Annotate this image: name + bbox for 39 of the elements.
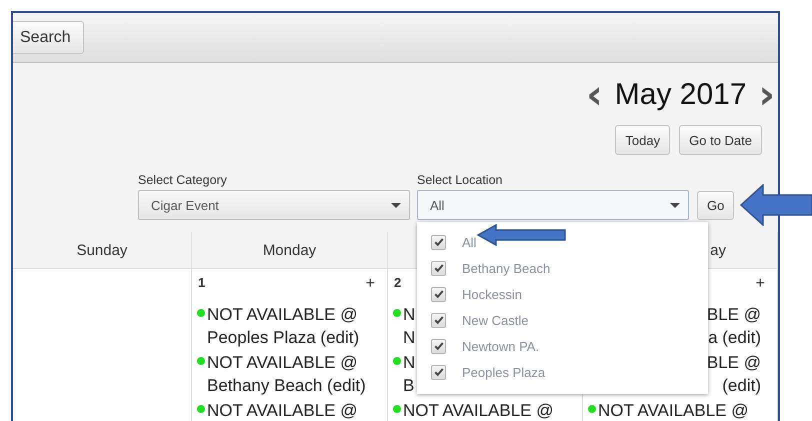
go-to-date-button[interactable]: Go to Date bbox=[679, 125, 762, 155]
event-link[interactable]: NOT AVAILABLE @ Bethany Beach (edit) bbox=[207, 351, 366, 397]
event-link[interactable]: BLE @ a (edit) bbox=[706, 303, 761, 349]
go-button[interactable]: Go bbox=[697, 191, 734, 220]
checkbox[interactable] bbox=[431, 338, 446, 354]
category-select[interactable]: Cigar Event bbox=[138, 190, 410, 220]
event-link[interactable]: NOT AVAILABLE @ bbox=[207, 399, 358, 421]
status-dot bbox=[588, 405, 596, 413]
next-month-button[interactable]: › bbox=[758, 77, 775, 113]
add-event-button[interactable]: + bbox=[366, 275, 375, 303]
date-number: 2 bbox=[394, 275, 402, 292]
month-title: May 2017 bbox=[614, 78, 747, 112]
date-number: 1 bbox=[198, 275, 206, 292]
event-link[interactable]: NOT AVAILABLE @ bbox=[598, 399, 748, 421]
checkbox[interactable] bbox=[431, 364, 446, 380]
event-link[interactable]: BLE @ (edit) bbox=[706, 351, 761, 397]
checkbox[interactable] bbox=[431, 260, 446, 276]
status-dot bbox=[197, 405, 205, 413]
status-dot bbox=[197, 357, 205, 365]
day-header: Monday bbox=[192, 232, 388, 269]
search-button[interactable]: Search bbox=[13, 21, 84, 54]
event-link[interactable]: NOT AVAILABLE @ Peoples Plaza (edit) bbox=[207, 303, 360, 349]
status-dot bbox=[393, 309, 401, 317]
category-label: Select Category bbox=[138, 173, 228, 187]
today-button[interactable]: Today bbox=[615, 125, 670, 155]
status-dot bbox=[393, 357, 401, 365]
add-event-button[interactable]: + bbox=[756, 275, 765, 303]
event-link[interactable]: N N bbox=[403, 303, 416, 349]
day-header: Sunday bbox=[13, 232, 192, 269]
status-dot bbox=[197, 309, 205, 317]
event-link[interactable]: N B bbox=[403, 351, 416, 397]
event-link[interactable]: NOT AVAILABLE @ bbox=[403, 399, 554, 421]
previous-month-button[interactable]: ‹ bbox=[586, 77, 603, 113]
location-label: Select Location bbox=[417, 173, 504, 187]
checkbox[interactable] bbox=[431, 234, 446, 250]
location-select[interactable]: All bbox=[417, 190, 689, 220]
checkbox[interactable] bbox=[431, 286, 446, 302]
status-dot bbox=[393, 405, 401, 413]
checkbox[interactable] bbox=[431, 312, 446, 328]
